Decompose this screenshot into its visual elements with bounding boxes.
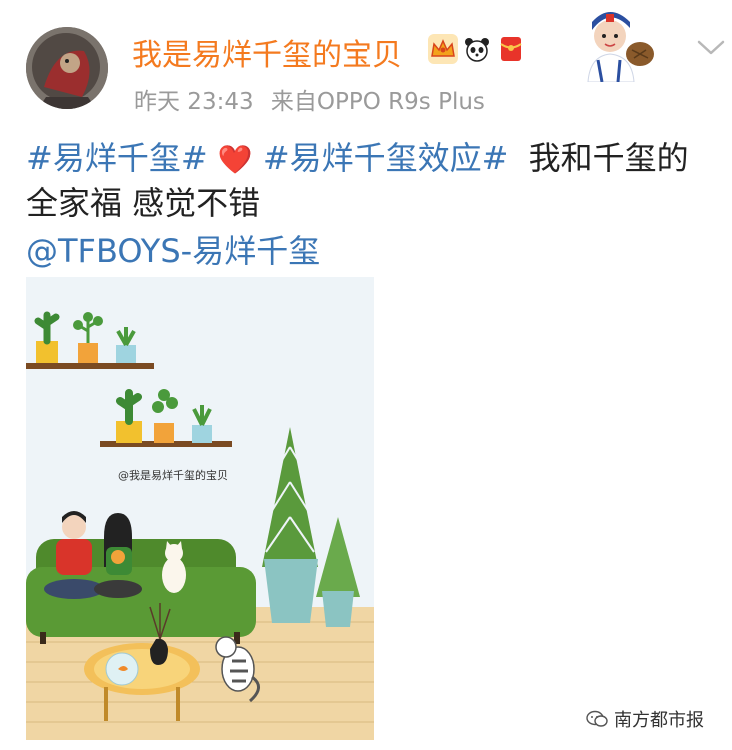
post-image[interactable]: @我是易烊千玺的宝贝: [26, 277, 374, 740]
avatar-image: [26, 27, 108, 109]
chevron-down-icon[interactable]: [696, 38, 726, 58]
celebrity-sticker: [568, 0, 654, 83]
red-packet-icon[interactable]: [496, 34, 526, 64]
avatar[interactable]: [26, 27, 108, 109]
post-meta: 昨天 23:43 来自OPPO R9s Plus: [134, 82, 485, 116]
heart-emoji: ❤️: [217, 143, 253, 176]
post-text-line-1: #易烊千玺# ❤️ #易烊千玺效应# 我和千玺的: [26, 133, 689, 179]
post-text: 我和千玺的: [528, 139, 689, 177]
mention-link[interactable]: @TFBOYS-易烊千玺: [26, 226, 320, 272]
wechat-icon: [586, 710, 608, 727]
family-illustration: [26, 277, 374, 740]
source-device: 来自OPPO R9s Plus: [270, 89, 485, 115]
image-caption: @我是易烊千玺的宝贝: [118, 469, 228, 482]
panda-icon[interactable]: [462, 34, 492, 64]
user-badges: [428, 34, 526, 64]
crown-badge-icon[interactable]: [428, 34, 458, 64]
watermark: 南方都市报: [586, 706, 704, 732]
timestamp[interactable]: 昨天 23:43: [134, 89, 254, 115]
hashtag-link[interactable]: #易烊千玺#: [26, 139, 208, 177]
username[interactable]: 我是易烊千玺的宝贝: [132, 30, 402, 74]
watermark-text: 南方都市报: [614, 710, 704, 731]
post-text-line-2: 全家福 感觉不错: [26, 184, 261, 222]
hashtag-link[interactable]: #易烊千玺效应#: [263, 139, 509, 177]
